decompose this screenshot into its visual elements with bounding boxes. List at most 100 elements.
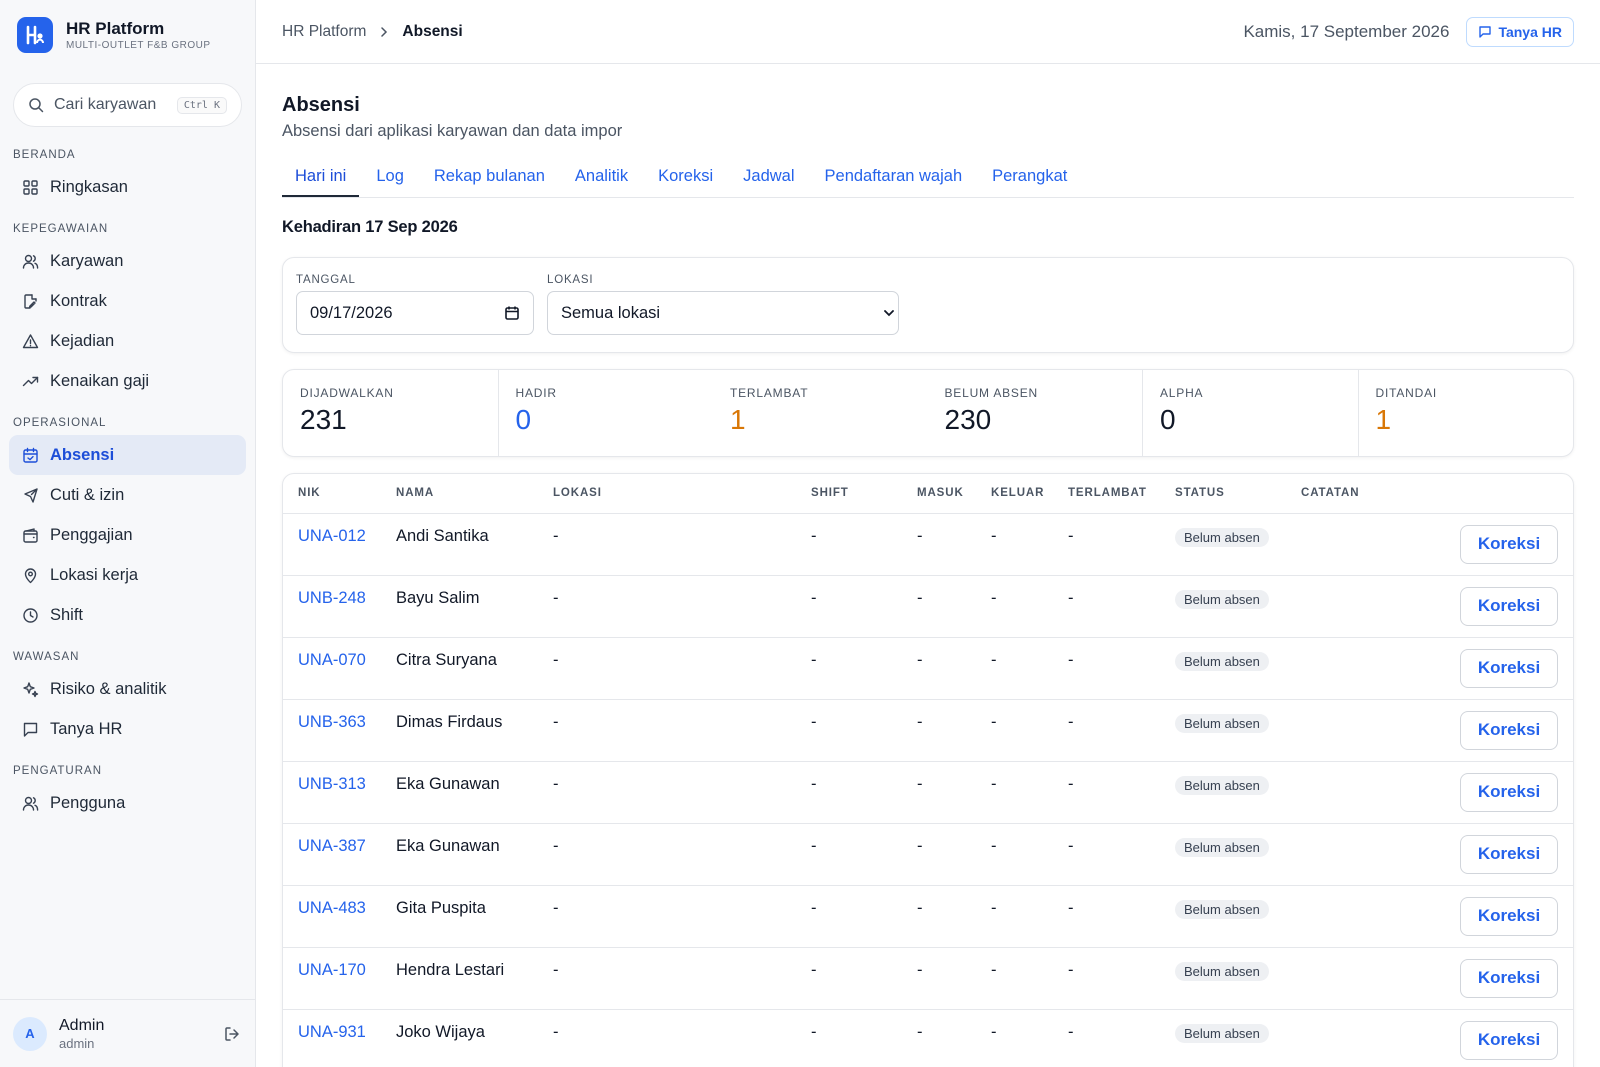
stat-label: BELUM ABSEN bbox=[944, 386, 1038, 400]
sidebar-item-label: Cuti & izin bbox=[50, 485, 125, 504]
cell-nik[interactable]: UNB-363 bbox=[283, 699, 381, 762]
stat-value: 1 bbox=[1375, 404, 1392, 435]
sidebar-item-absensi[interactable]: Absensi bbox=[9, 435, 246, 475]
cell-keluar: - bbox=[976, 1009, 1053, 1067]
date-filter-input[interactable]: 09/17/2026 bbox=[296, 291, 534, 335]
column-header-keluar[interactable]: KELUAR bbox=[976, 474, 1053, 514]
location-select[interactable]: Semua lokasi bbox=[547, 291, 899, 335]
sidebar-item-kejadian[interactable]: Kejadian bbox=[9, 321, 246, 361]
cell-nik[interactable]: UNA-931 bbox=[283, 1009, 381, 1067]
column-header-lokasi[interactable]: LOKASI bbox=[538, 474, 796, 514]
column-header-catatan[interactable]: CATATAN bbox=[1286, 474, 1386, 514]
sidebar-item-tanya-hr[interactable]: Tanya HR bbox=[9, 709, 246, 749]
topbar: HR Platform Absensi Kamis, 17 September … bbox=[256, 0, 1600, 64]
breadcrumb-root[interactable]: HR Platform bbox=[282, 23, 366, 41]
koreksi-button[interactable]: Koreksi bbox=[1460, 648, 1558, 688]
stat-label: DITANDAI bbox=[1375, 386, 1438, 400]
cell-masuk: - bbox=[902, 637, 976, 700]
cell-nik[interactable]: UNA-387 bbox=[283, 823, 381, 886]
table-row: UNA-170 Hendra Lestari - - - - - Belum absen Kor… bbox=[283, 947, 1573, 1010]
cell-terlambat: - bbox=[1053, 1009, 1160, 1067]
column-header-status[interactable]: STATUS bbox=[1160, 474, 1286, 514]
cell-masuk: - bbox=[902, 513, 976, 576]
cell-terlambat: - bbox=[1053, 575, 1160, 638]
stat-value: 231 bbox=[300, 404, 347, 435]
cell-masuk: - bbox=[902, 575, 976, 638]
tab-rekap-bulanan[interactable]: Rekap bulanan bbox=[421, 159, 558, 197]
avatar[interactable]: A bbox=[13, 1016, 47, 1051]
stat-value: 0 bbox=[515, 404, 532, 435]
employee-search[interactable]: Cari karyawan Ctrl K bbox=[13, 83, 242, 127]
tab-pendaftaran-wajah[interactable]: Pendaftaran wajah bbox=[812, 159, 976, 197]
sidebar-item-kontrak[interactable]: Kontrak bbox=[9, 281, 246, 321]
cell-nik[interactable]: UNA-070 bbox=[283, 637, 381, 700]
logo-icon bbox=[26, 25, 44, 45]
koreksi-button[interactable]: Koreksi bbox=[1460, 1020, 1558, 1060]
column-header-nik[interactable]: NIK bbox=[283, 474, 381, 514]
tab-hari-ini[interactable]: Hari ini bbox=[282, 159, 360, 197]
tab-jadwal[interactable]: Jadwal bbox=[730, 159, 807, 197]
cell-keluar: - bbox=[976, 885, 1053, 948]
cell-nik[interactable]: UNA-483 bbox=[283, 885, 381, 948]
calendar-icon[interactable] bbox=[504, 305, 520, 321]
koreksi-button[interactable]: Koreksi bbox=[1460, 586, 1558, 626]
cell-status: Belum absen bbox=[1160, 885, 1286, 948]
sidebar-item-label: Risiko & analitik bbox=[50, 679, 167, 698]
tab-log[interactable]: Log bbox=[363, 159, 417, 197]
ask-hr-button[interactable]: Tanya HR bbox=[1466, 16, 1574, 47]
cell-nama: Eka Gunawan bbox=[381, 761, 538, 824]
logout-icon[interactable] bbox=[222, 1024, 242, 1044]
koreksi-button[interactable]: Koreksi bbox=[1460, 958, 1558, 998]
calendar-check-icon bbox=[23, 447, 38, 463]
koreksi-button[interactable]: Koreksi bbox=[1460, 772, 1558, 812]
tab-koreksi[interactable]: Koreksi bbox=[645, 159, 726, 197]
cell-terlambat: - bbox=[1053, 513, 1160, 576]
sidebar-item-label: Tanya HR bbox=[50, 719, 123, 738]
tab-perangkat[interactable]: Perangkat bbox=[979, 159, 1080, 197]
sidebar-item-lokasi-kerja[interactable]: Lokasi kerja bbox=[9, 555, 246, 595]
wallet-icon bbox=[23, 527, 38, 543]
koreksi-button[interactable]: Koreksi bbox=[1460, 710, 1558, 750]
sidebar-item-pengguna[interactable]: Pengguna bbox=[9, 783, 246, 823]
cell-status: Belum absen bbox=[1160, 513, 1286, 576]
sidebar-item-risiko-analitik[interactable]: Risiko & analitik bbox=[9, 669, 246, 709]
cell-nik[interactable]: UNA-170 bbox=[283, 947, 381, 1010]
column-header-nama[interactable]: NAMA bbox=[381, 474, 538, 514]
cell-action: Koreksi bbox=[1386, 637, 1573, 700]
sidebar-item-label: Shift bbox=[50, 605, 84, 624]
column-header-masuk[interactable]: MASUK bbox=[902, 474, 976, 514]
koreksi-button[interactable]: Koreksi bbox=[1460, 896, 1558, 936]
sidebar-item-cuti-izin[interactable]: Cuti & izin bbox=[9, 475, 246, 515]
cell-lokasi: - bbox=[538, 1009, 796, 1067]
status-badge: Belum absen bbox=[1175, 713, 1269, 733]
status-badge: Belum absen bbox=[1175, 1023, 1269, 1043]
main-content: HR Platform Absensi Kamis, 17 September … bbox=[256, 0, 1600, 1067]
column-header-shift[interactable]: SHIFT bbox=[796, 474, 902, 514]
koreksi-button[interactable]: Koreksi bbox=[1460, 524, 1558, 564]
warning-icon bbox=[22, 333, 39, 348]
sidebar-item-karyawan[interactable]: Karyawan bbox=[9, 241, 246, 281]
tab-analitik[interactable]: Analitik bbox=[562, 159, 641, 197]
trending-up-icon bbox=[22, 376, 39, 386]
column-header-terlambat[interactable]: TERLAMBAT bbox=[1053, 474, 1160, 514]
cell-nama: Bayu Salim bbox=[381, 575, 538, 638]
sidebar-item-label: Pengguna bbox=[50, 793, 126, 812]
date-filter-value: 09/17/2026 bbox=[310, 303, 393, 322]
cell-nik[interactable]: UNA-012 bbox=[283, 513, 381, 576]
cell-nik[interactable]: UNB-248 bbox=[283, 575, 381, 638]
cell-terlambat: - bbox=[1053, 947, 1160, 1010]
sidebar-item-kenaikan-gaji[interactable]: Kenaikan gaji bbox=[9, 361, 246, 401]
stat-ditandai: DITANDAI 1 bbox=[1359, 370, 1574, 456]
cell-lokasi: - bbox=[538, 575, 796, 638]
stat-alpha: ALPHA 0 bbox=[1143, 370, 1359, 456]
sidebar-item-penggajian[interactable]: Penggajian bbox=[9, 515, 246, 555]
cell-shift: - bbox=[796, 699, 902, 762]
cell-shift: - bbox=[796, 761, 902, 824]
cell-nik[interactable]: UNB-313 bbox=[283, 761, 381, 824]
cell-lokasi: - bbox=[538, 885, 796, 948]
sidebar-item-ringkasan[interactable]: Ringkasan bbox=[9, 167, 246, 207]
koreksi-button[interactable]: Koreksi bbox=[1460, 834, 1558, 874]
sidebar-item-shift[interactable]: Shift bbox=[9, 595, 246, 635]
sidebar-item-label: Kenaikan gaji bbox=[50, 371, 150, 390]
cell-status: Belum absen bbox=[1160, 1009, 1286, 1067]
